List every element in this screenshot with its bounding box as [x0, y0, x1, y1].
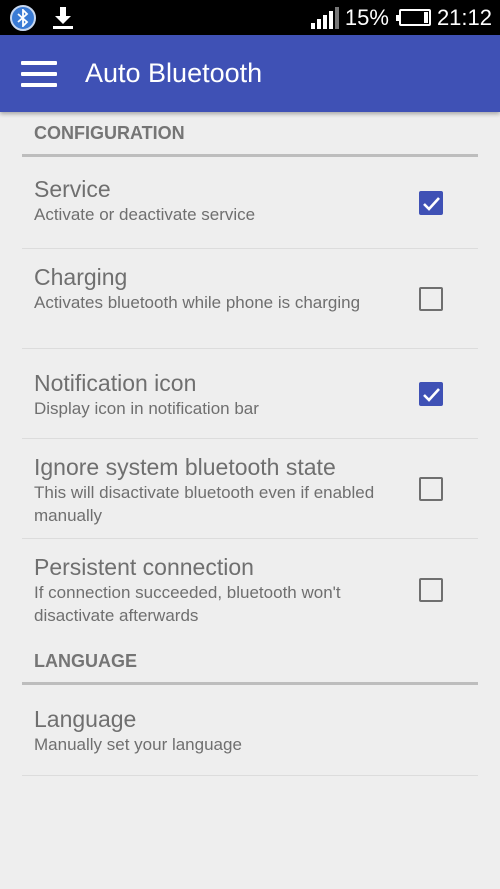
settings-list: CONFIGURATION Service Activate or deacti…: [22, 112, 478, 776]
battery-fill: [423, 12, 428, 23]
pref-title: Ignore system bluetooth state: [34, 454, 336, 480]
battery-icon: [395, 9, 431, 26]
status-right: 15% 21:12: [310, 4, 500, 31]
pref-notification-icon[interactable]: Notification icon Display icon in notifi…: [22, 349, 478, 439]
checkmark-icon: [423, 387, 440, 402]
pref-summary: Activates bluetooth while phone is charg…: [34, 293, 361, 312]
persistent-connection-checkbox[interactable]: [419, 577, 443, 602]
hamburger-icon-line: [21, 60, 57, 65]
notification-icon-checkbox[interactable]: [419, 381, 443, 406]
pref-summary: If connection succeeded, bluetooth won't…: [34, 583, 341, 625]
pref-charging[interactable]: Charging Activates bluetooth while phone…: [22, 249, 478, 349]
pref-title: Notification icon: [34, 370, 197, 396]
app-title: Auto Bluetooth: [85, 58, 263, 88]
charging-checkbox[interactable]: [419, 286, 443, 311]
pref-summary: This will disactivate bluetooth even if …: [34, 483, 375, 525]
pref-title: Service: [34, 176, 111, 202]
hamburger-icon-line: [21, 71, 57, 76]
bluetooth-icon: [10, 4, 36, 31]
status-bar: 15% 21:12: [0, 0, 500, 35]
hamburger-icon-line: [21, 82, 57, 87]
clock: 21:12: [436, 4, 492, 30]
menu-button[interactable]: [21, 60, 57, 87]
pref-title: Charging: [34, 264, 128, 290]
pref-service[interactable]: Service Activate or deactivate service: [22, 157, 478, 249]
signal-icon: [310, 6, 339, 29]
battery-percent: 15%: [344, 4, 389, 30]
pref-language[interactable]: Language Manually set your language: [22, 685, 478, 776]
pref-ignore-system-state[interactable]: Ignore system bluetooth state This will …: [22, 439, 478, 539]
service-checkbox[interactable]: [419, 190, 443, 215]
pref-summary: Activate or deactivate service: [34, 205, 256, 224]
app-toolbar: Auto Bluetooth: [0, 35, 500, 112]
status-left: [0, 4, 76, 31]
checkmark-icon: [423, 196, 440, 211]
pref-persistent-connection[interactable]: Persistent connection If connection succ…: [22, 539, 478, 640]
ignore-system-state-checkbox[interactable]: [419, 476, 443, 501]
pref-title: Language: [34, 706, 137, 732]
section-header-configuration: CONFIGURATION: [22, 112, 478, 157]
download-icon: [50, 5, 76, 31]
section-header-language: LANGUAGE: [22, 640, 478, 685]
pref-summary: Display icon in notification bar: [34, 399, 259, 418]
pref-summary: Manually set your language: [34, 735, 242, 754]
pref-title: Persistent connection: [34, 554, 254, 580]
